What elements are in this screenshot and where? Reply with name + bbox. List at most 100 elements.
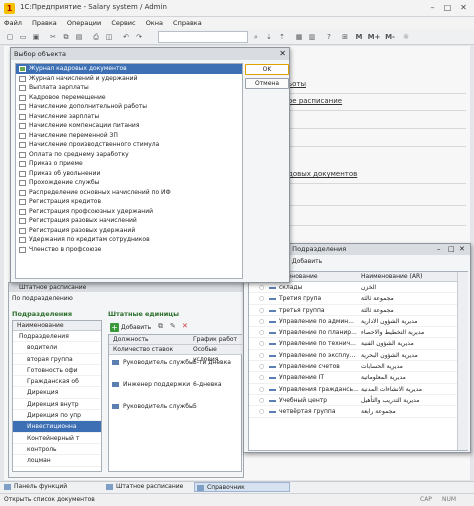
menu-windows[interactable]: Окна [142, 17, 167, 29]
list-item[interactable]: Кадровое перемещение [16, 93, 242, 103]
list-item[interactable]: Оплата по среднему заработку [16, 150, 242, 160]
object-list[interactable]: Журнал кадровых документов Журнал начисл… [15, 63, 243, 279]
table-row[interactable]: ○ Третия група مجموعة ثالثة [249, 293, 457, 305]
edit-icon[interactable]: ✎ [170, 322, 176, 330]
list-item[interactable]: Регистрация разовых удержаний [16, 226, 242, 236]
cancel-button[interactable]: Отмена [245, 78, 289, 89]
find-icon[interactable]: ⌕ [250, 31, 262, 43]
units-table[interactable]: Должность График работ Количество ставок… [108, 334, 242, 472]
table-row[interactable]: ○ Управление по планир... مديرية التخطيط و… [249, 327, 457, 339]
cut-icon[interactable]: ✂ [47, 31, 59, 43]
list-item[interactable]: Начисление дополнительной работы [16, 102, 242, 112]
table-row[interactable]: ○ Управление по админ... مديرية الشؤون الا… [249, 316, 457, 328]
paste-icon[interactable]: ▤ [73, 31, 85, 43]
menu-help[interactable]: Справка [169, 17, 206, 29]
memory-minus-button[interactable]: M- [383, 31, 397, 43]
menu-operations[interactable]: Операции [63, 17, 105, 29]
redo-icon[interactable]: ↷ [133, 31, 145, 43]
unit-position[interactable]: Инженер поддержки [123, 381, 190, 388]
bg-link-3[interactable]: довых документов [288, 170, 357, 178]
save-icon[interactable]: ▣ [30, 31, 42, 43]
calculator-icon[interactable]: ▦ [293, 31, 305, 43]
list-item[interactable]: контроль [13, 444, 101, 456]
tree-root[interactable]: Подразделения [13, 331, 101, 343]
list-item[interactable]: Гражданская об [13, 376, 101, 388]
bulb-icon[interactable]: ☼ [400, 31, 412, 43]
task-subdivisions[interactable]: Справочник Подразделения [194, 482, 290, 501]
list-item[interactable]: Удержания по кредитам сотрудников [16, 235, 242, 245]
search-input[interactable] [158, 31, 248, 43]
unit-schedule[interactable]: 5-ти дневка [193, 359, 231, 366]
list-item[interactable]: Дирекция [13, 387, 101, 399]
list-item[interactable]: Журнал начислений и удержаний [16, 74, 242, 84]
menu-service[interactable]: Сервис [107, 17, 139, 29]
print-icon[interactable]: ⎙ [90, 31, 102, 43]
table-row[interactable]: ○ третья группа مجموعة ثالثة [249, 305, 457, 316]
departments-tree[interactable]: Наименование Подразделения водители втор… [12, 320, 102, 472]
list-item-selected[interactable]: Инвестиционна [13, 421, 101, 433]
undo-icon[interactable]: ↶ [120, 31, 132, 43]
help-icon[interactable]: ? [323, 31, 335, 43]
table-row[interactable]: ○ склады الخزن [249, 282, 457, 294]
memory-plus-button[interactable]: M+ [366, 31, 382, 43]
list-item[interactable]: Членство в профсоюзе [16, 245, 242, 255]
add-button[interactable]: Добавить [121, 324, 151, 331]
task-functions-panel[interactable]: Панель функций [2, 482, 102, 492]
list-item[interactable]: Распределение основных начислений по ИФ [16, 188, 242, 198]
staff-mode[interactable]: По подразделению [12, 295, 73, 302]
list-item-selected[interactable]: Журнал кадровых документов [16, 64, 242, 74]
list-item[interactable]: Прохождение службы [16, 178, 242, 188]
unit-schedule[interactable]: 5 [193, 403, 197, 410]
unit-position[interactable]: Руководитель службы [123, 359, 194, 366]
bg-link-2[interactable]: ое расписание [288, 97, 342, 105]
table-row[interactable]: ○ Управления граждансь... مديرية الانشاءات… [249, 384, 457, 395]
list-item[interactable]: Готовность офи [13, 365, 101, 377]
minimize-icon[interactable]: – [437, 244, 441, 255]
table-row[interactable]: ○ Управление по эксплу... مديرية الشؤون ال… [249, 350, 457, 362]
add-icon[interactable]: + [110, 323, 119, 332]
calendar-icon[interactable]: ▥ [306, 31, 318, 43]
close-icon[interactable]: ✕ [279, 48, 286, 60]
table-row[interactable]: ○ четвёртая группа مجموعة رابعة [249, 406, 457, 418]
list-item[interactable]: Регистрация профсоюзных удержаний [16, 207, 242, 217]
list-item[interactable]: Начисление компенсации питания [16, 121, 242, 131]
list-item[interactable]: Начисление производственного стимула [16, 140, 242, 150]
menu-edit[interactable]: Правка [28, 17, 61, 29]
list-item[interactable]: Выплата зарплаты [16, 83, 242, 93]
list-item[interactable]: Начисление переменной ЗП [16, 131, 242, 141]
table-row[interactable]: ○ Учебный центр مديرية التدريب والتأهيل [249, 395, 457, 407]
maximize-icon[interactable]: □ [448, 244, 455, 255]
list-item[interactable]: вторая группа [13, 354, 101, 365]
find-prev-icon[interactable]: ⇡ [276, 31, 288, 43]
list-item[interactable]: Начисление зарплаты [16, 112, 242, 122]
list-item[interactable]: Контейнерный т [13, 433, 101, 444]
add-button[interactable]: Добавить [292, 258, 322, 265]
list-item[interactable]: водители [13, 342, 101, 354]
ok-button[interactable]: OK [245, 64, 289, 75]
list-item[interactable]: Приказ об увольнении [16, 169, 242, 179]
close-icon[interactable]: ✕ [459, 244, 465, 255]
unit-schedule[interactable]: 6-дневка [193, 381, 222, 388]
preview-icon[interactable]: ◫ [103, 31, 115, 43]
copy-icon[interactable]: ⧉ [158, 322, 163, 331]
table-row[interactable]: ○ Управление по технич... مديرية الشؤون ال… [249, 338, 457, 350]
maximize-icon[interactable]: □ [441, 2, 454, 14]
list-item[interactable]: Дирекция внутр [13, 399, 101, 411]
memory-button[interactable]: M [353, 31, 365, 43]
bg-link-1[interactable]: ьоты [288, 80, 306, 88]
menu-file[interactable]: Файл [0, 17, 26, 29]
list-item[interactable]: лоцман [13, 455, 101, 467]
list-item[interactable]: Регистрация кредитов [16, 197, 242, 207]
list-item[interactable]: Приказ о приеме [16, 159, 242, 169]
delete-icon[interactable]: ✕ [182, 322, 188, 330]
list-item[interactable]: Регистрация разовых начислений [16, 216, 242, 226]
unit-position[interactable]: Руководитель службы [123, 403, 194, 410]
copy-icon[interactable]: ⧉ [60, 31, 72, 43]
close-icon[interactable]: ✕ [457, 2, 470, 14]
find-next-icon[interactable]: ⇣ [263, 31, 275, 43]
table-row[interactable]: ○ Управление IT مديرية المعلوماتية [249, 372, 457, 384]
minimize-icon[interactable]: – [426, 2, 439, 14]
list-item[interactable]: Дирекция по упр [13, 410, 101, 422]
task-staff-schedule[interactable]: Штатное расписание [104, 482, 192, 492]
subdivisions-table[interactable]: Наименование Наименование (AR) ○ склады ال… [248, 271, 468, 451]
